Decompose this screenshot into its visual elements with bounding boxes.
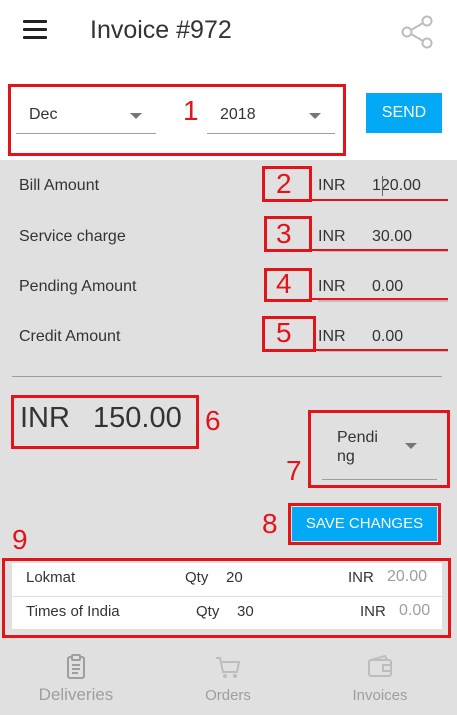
chevron-down-icon	[405, 443, 417, 449]
credit-amount-label: Credit Amount	[19, 328, 121, 345]
service-charge-underline	[318, 250, 448, 252]
nav-orders[interactable]: Orders	[152, 645, 304, 715]
qty-value: 20	[226, 569, 243, 586]
item-currency: INR	[360, 603, 386, 620]
item-currency: INR	[348, 569, 374, 586]
item-name: Lokmat	[26, 569, 76, 586]
chevron-down-icon	[309, 113, 321, 119]
bill-amount-underline	[318, 199, 448, 201]
text-cursor	[382, 176, 383, 196]
nav-invoices[interactable]: Invoices	[304, 645, 456, 715]
bottom-navigation: Deliveries Orders Invoices	[0, 645, 457, 715]
month-value: Dec	[29, 106, 58, 123]
items-table: Lokmat Qty 20 INR 20.00 Times of India Q…	[12, 563, 442, 629]
month-select[interactable]: Dec	[16, 94, 156, 134]
table-row[interactable]: Lokmat Qty 20 INR 20.00	[12, 563, 442, 596]
app-bar: Invoice #972	[0, 0, 457, 64]
service-charge-label: Service charge	[19, 228, 126, 245]
menu-icon[interactable]	[23, 20, 47, 40]
annotation-number: 1	[183, 95, 199, 126]
status-select[interactable]: Pending	[322, 416, 437, 480]
table-row[interactable]: Times of India Qty 30 INR 0.00	[12, 596, 442, 629]
clipboard-icon	[67, 654, 85, 679]
item-amount: 0.00	[399, 602, 431, 619]
pending-amount-currency: INR	[318, 278, 346, 295]
wallet-icon	[368, 654, 392, 677]
qty-label: Qty	[196, 603, 220, 620]
service-charge-input[interactable]: 30.00	[372, 228, 412, 246]
credit-amount-currency: INR	[318, 328, 346, 345]
item-name: Times of India	[26, 603, 120, 620]
bill-amount-label: Bill Amount	[19, 177, 100, 194]
chevron-down-icon	[130, 113, 142, 119]
nav-label: Orders	[205, 687, 251, 704]
qty-label: Qty	[185, 569, 209, 586]
year-select[interactable]: 2018	[207, 94, 335, 134]
pending-amount-label: Pending Amount	[19, 278, 137, 295]
bill-amount-input[interactable]: 120.00	[372, 177, 421, 195]
pending-amount-underline	[318, 300, 448, 302]
bill-amount-currency: INR	[318, 177, 346, 194]
service-charge-currency: INR	[318, 228, 346, 245]
item-amount: 20.00	[387, 568, 428, 585]
credit-amount-input[interactable]: 0.00	[372, 328, 403, 346]
status-value: Pending	[337, 429, 378, 465]
qty-value: 30	[237, 603, 254, 620]
cart-icon	[216, 657, 241, 678]
page-title: Invoice #972	[90, 16, 232, 44]
share-icon[interactable]	[399, 14, 435, 50]
credit-amount-underline	[318, 350, 448, 352]
nav-label: Deliveries	[38, 685, 114, 704]
nav-label: Invoices	[352, 687, 408, 704]
save-changes-button[interactable]: SAVE CHANGES	[292, 507, 437, 541]
total-currency: INR	[20, 402, 70, 434]
divider	[12, 376, 442, 377]
nav-deliveries[interactable]: Deliveries	[0, 645, 152, 715]
pending-amount-input[interactable]: 0.00	[372, 278, 403, 296]
send-button[interactable]: SEND	[366, 93, 442, 133]
total-amount: 150.00	[93, 402, 182, 434]
year-value: 2018	[220, 106, 256, 123]
